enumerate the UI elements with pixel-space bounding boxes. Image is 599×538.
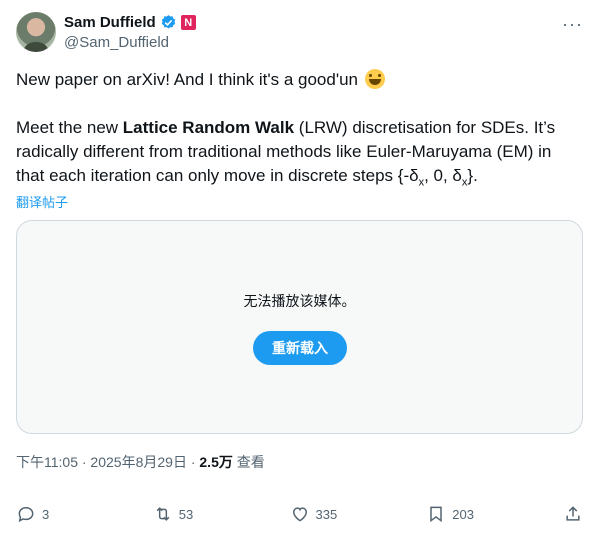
heart-icon — [292, 507, 307, 522]
more-options-icon[interactable]: ··· — [562, 14, 583, 35]
p2-mid: , 0, δ — [424, 166, 462, 185]
p2-bold: Lattice Random Walk — [122, 118, 295, 137]
like-button[interactable]: 335 — [290, 504, 350, 524]
repost-button[interactable]: 53 — [153, 504, 213, 524]
view-count: 2.5万 — [199, 454, 233, 470]
reload-button[interactable]: 重新载入 — [253, 331, 347, 365]
like-count: 335 — [315, 506, 338, 522]
timestamp[interactable]: 下午11:05 · 2025年8月29日 · — [16, 454, 199, 470]
grinning-emoji-icon — [364, 69, 385, 89]
share-button[interactable] — [563, 504, 583, 524]
bookmark-count: 203 — [452, 506, 474, 522]
tweet-line-1: New paper on arXiv! And I think it's a g… — [16, 68, 583, 92]
tweet-header: Sam Duffield N @Sam_Duffield ··· — [16, 12, 583, 52]
repost-count: 53 — [178, 506, 194, 522]
p2-before: Meet the new — [16, 118, 123, 137]
translate-post-link[interactable]: 翻译帖子 — [16, 192, 68, 211]
views-label: 查看 — [232, 454, 265, 470]
bookmark-button[interactable]: 203 — [426, 504, 486, 524]
tweet-paragraph-2: Meet the new Lattice Random Walk (LRW) d… — [16, 116, 583, 194]
reply-icon — [18, 506, 34, 523]
affiliation-badge-icon[interactable]: N — [180, 15, 196, 30]
tweet-line-1-text: New paper on arXiv! And I think it's a g… — [16, 70, 358, 89]
p2-end: }. — [467, 166, 478, 185]
name-row: Sam Duffield N — [64, 14, 196, 31]
tweet-text: New paper on arXiv! And I think it's a g… — [16, 68, 583, 194]
tweet-meta: 下午11:05 · 2025年8月29日 · 2.5万 查看 — [16, 452, 265, 472]
avatar[interactable] — [16, 12, 56, 52]
media-error-message: 无法播放该媒体。 — [243, 293, 356, 309]
handle[interactable]: @Sam_Duffield — [64, 34, 169, 51]
bookmark-icon — [430, 506, 442, 523]
reply-count: 3 — [42, 506, 50, 522]
reply-button[interactable]: 3 — [16, 504, 76, 524]
share-icon — [566, 506, 580, 521]
display-name[interactable]: Sam Duffield — [64, 14, 156, 31]
repost-icon — [156, 507, 170, 521]
media-container: 无法播放该媒体。 重新载入 — [16, 220, 583, 434]
verified-badge-icon — [161, 15, 175, 29]
action-bar: 3 53 335 203 — [16, 502, 583, 526]
